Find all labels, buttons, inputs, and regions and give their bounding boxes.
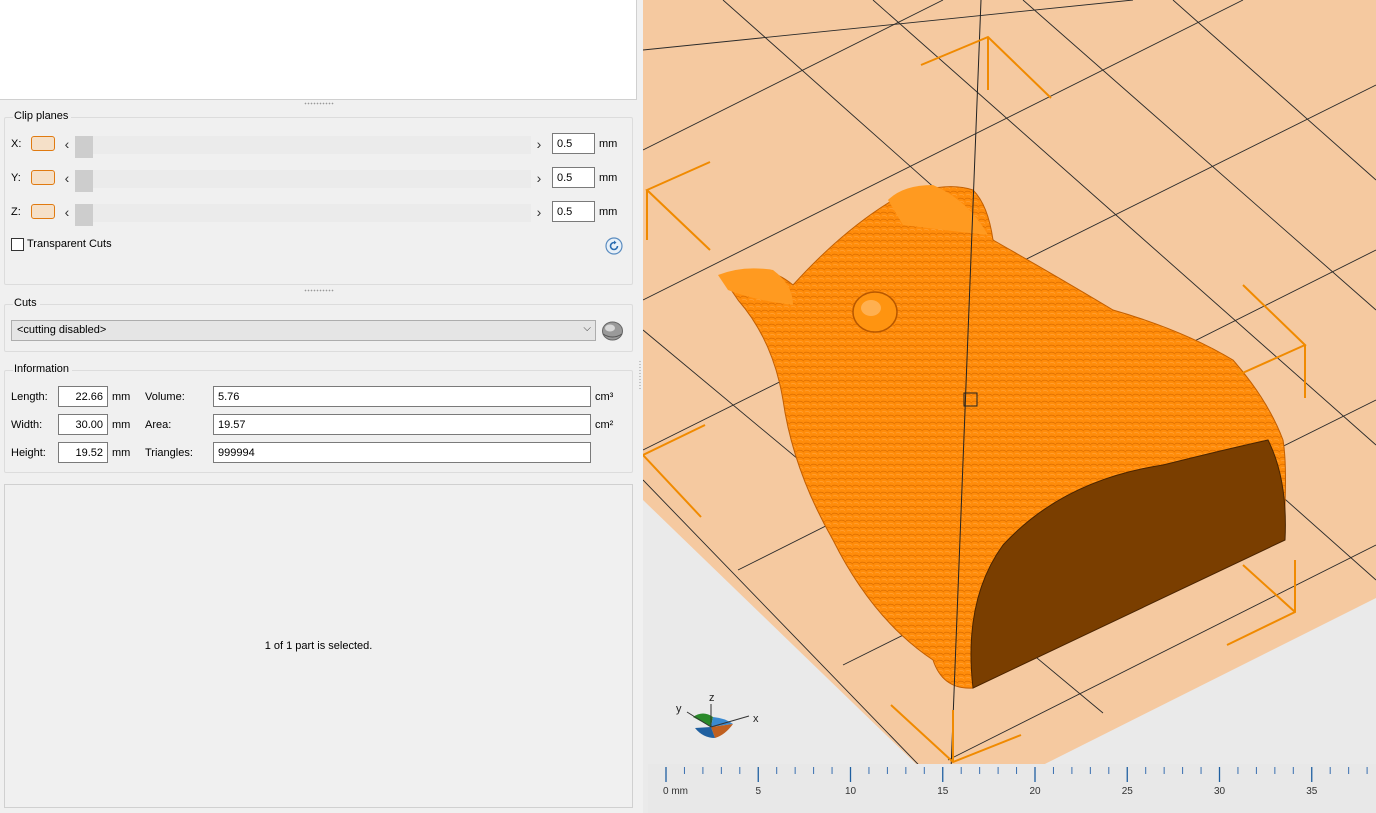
clip-planes-group: Clip planes X: ‹ › mm Y: ‹ › mm Z: ‹ › bbox=[4, 110, 634, 285]
clip-z-plane-button[interactable] bbox=[31, 204, 55, 219]
ruler: 0 mm 5 10 15 20 25 30 35 bbox=[648, 764, 1376, 813]
width-label: Width: bbox=[11, 419, 43, 431]
length-label: Length: bbox=[11, 391, 48, 403]
clip-x-increase-icon[interactable]: › bbox=[533, 135, 545, 153]
width-input[interactable] bbox=[58, 414, 108, 435]
cuts-select[interactable]: <cutting disabled> ⌵ bbox=[11, 320, 596, 341]
area-input[interactable] bbox=[213, 414, 591, 435]
height-label: Height: bbox=[11, 447, 46, 459]
clip-y-increase-icon[interactable]: › bbox=[533, 169, 545, 187]
ruler-label: 25 bbox=[1122, 786, 1134, 797]
transparent-cuts-label[interactable]: Transparent Cuts bbox=[27, 238, 112, 250]
ruler-label: 10 bbox=[845, 786, 857, 797]
ruler-label: 30 bbox=[1214, 786, 1226, 797]
clip-planes-title: Clip planes bbox=[13, 110, 72, 122]
clip-row-x: X: ‹ › mm bbox=[5, 132, 634, 158]
triangles-label: Triangles: bbox=[145, 447, 193, 459]
volume-label: Volume: bbox=[145, 391, 185, 403]
clip-z-unit: mm bbox=[599, 206, 618, 218]
preview-area bbox=[0, 0, 637, 100]
ruler-label: 0 mm bbox=[663, 786, 688, 797]
clip-y-slider-thumb[interactable] bbox=[75, 170, 93, 192]
clip-z-label: Z: bbox=[11, 206, 21, 218]
ruler-label: 35 bbox=[1306, 786, 1318, 797]
triangles-input[interactable] bbox=[213, 442, 591, 463]
selection-panel: 1 of 1 part is selected. bbox=[4, 484, 633, 808]
ruler-label: 20 bbox=[1029, 786, 1041, 797]
chevron-down-icon[interactable]: ⌵ bbox=[583, 323, 591, 334]
cuts-title: Cuts bbox=[13, 297, 40, 309]
clip-x-slider-thumb[interactable] bbox=[75, 136, 93, 158]
3d-viewport[interactable]: z y x bbox=[643, 0, 1376, 813]
axis-x-label: x bbox=[753, 713, 759, 725]
volume-input[interactable] bbox=[213, 386, 591, 407]
information-group: Information Length: mm Width: mm Height:… bbox=[4, 363, 633, 473]
clip-x-slider[interactable] bbox=[75, 136, 531, 158]
clip-z-input[interactable] bbox=[552, 201, 595, 222]
reset-clip-planes-icon[interactable] bbox=[605, 237, 623, 255]
left-panel: Clip planes X: ‹ › mm Y: ‹ › mm Z: ‹ › bbox=[0, 0, 640, 813]
height-unit: mm bbox=[112, 447, 131, 459]
clip-z-increase-icon[interactable]: › bbox=[533, 203, 545, 221]
splitter-grip-vertical[interactable] bbox=[639, 360, 641, 390]
clip-row-z: Z: ‹ › mm bbox=[5, 200, 634, 226]
scene-svg[interactable]: z y x bbox=[643, 0, 1376, 813]
length-unit: mm bbox=[112, 391, 131, 403]
width-unit: mm bbox=[112, 419, 131, 431]
clip-z-slider[interactable] bbox=[75, 204, 531, 226]
length-input[interactable] bbox=[58, 386, 108, 407]
transparent-cuts-checkbox[interactable] bbox=[11, 238, 24, 251]
axis-y-label: y bbox=[676, 703, 682, 715]
ruler-label: 5 bbox=[755, 786, 761, 797]
ruler-svg: 0 mm 5 10 15 20 25 30 35 bbox=[663, 767, 1368, 797]
clip-x-label: X: bbox=[11, 138, 22, 150]
height-input[interactable] bbox=[58, 442, 108, 463]
clip-y-input[interactable] bbox=[552, 167, 595, 188]
ruler-label: 15 bbox=[937, 786, 949, 797]
splitter-grip-middle[interactable] bbox=[304, 289, 334, 292]
cut-tool-icon[interactable] bbox=[600, 318, 625, 343]
clip-x-unit: mm bbox=[599, 138, 618, 150]
splitter-grip-top[interactable] bbox=[304, 102, 334, 105]
clip-row-y: Y: ‹ › mm bbox=[5, 166, 634, 192]
selection-status: 1 of 1 part is selected. bbox=[264, 640, 373, 652]
clip-y-unit: mm bbox=[599, 172, 618, 184]
clip-y-plane-button[interactable] bbox=[31, 170, 55, 185]
area-label: Area: bbox=[145, 419, 172, 431]
cuts-group: Cuts <cutting disabled> ⌵ bbox=[4, 297, 633, 352]
owl-eye-highlight bbox=[861, 300, 881, 316]
volume-unit: cm³ bbox=[595, 391, 614, 403]
clip-z-slider-thumb[interactable] bbox=[75, 204, 93, 226]
clip-y-slider[interactable] bbox=[75, 170, 531, 192]
clip-y-label: Y: bbox=[11, 172, 21, 184]
clip-y-decrease-icon[interactable]: ‹ bbox=[61, 169, 73, 187]
clip-x-plane-button[interactable] bbox=[31, 136, 55, 151]
area-unit: cm² bbox=[595, 419, 614, 431]
clip-x-input[interactable] bbox=[552, 133, 595, 154]
axis-z-label: z bbox=[709, 692, 715, 704]
clip-x-decrease-icon[interactable]: ‹ bbox=[61, 135, 73, 153]
clip-z-decrease-icon[interactable]: ‹ bbox=[61, 203, 73, 221]
information-title: Information bbox=[13, 363, 73, 375]
cuts-selected-value: <cutting disabled> bbox=[17, 324, 107, 336]
